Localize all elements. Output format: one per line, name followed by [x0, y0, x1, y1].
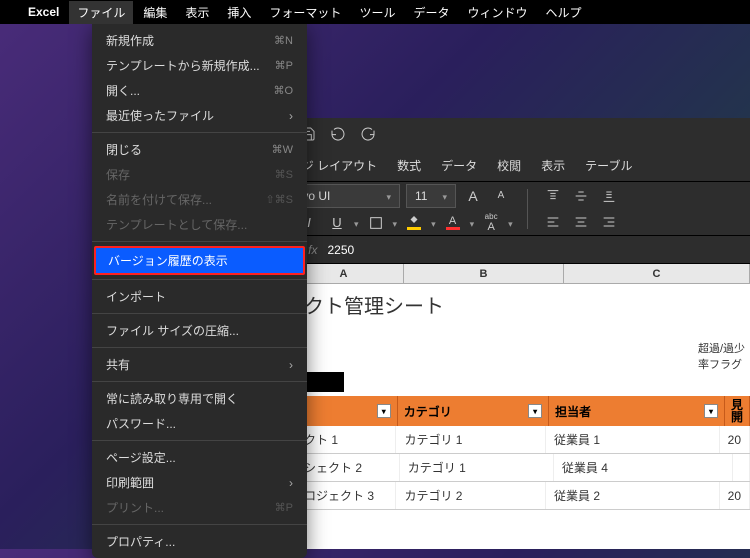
increase-font-icon[interactable] [462, 185, 484, 207]
underline-dropdown[interactable] [354, 214, 359, 232]
sheet-title: ェクト管理シート [284, 290, 444, 319]
menu-item[interactable]: 常に読み取り専用で開く [92, 386, 307, 411]
formula-bar: ✕ ✓ fx 2250 [258, 236, 750, 264]
cell[interactable]: 20 [720, 482, 750, 509]
font-color-dropdown[interactable] [470, 214, 475, 232]
tab-formulas[interactable]: 数式 [397, 151, 421, 180]
spreadsheet: A B C ェクト管理シート 超過/過少率フラグ 25% ▾ カテゴリ▾ 担当者… [258, 264, 750, 549]
phonetic-button[interactable]: abcA [480, 212, 502, 234]
menu-edit[interactable]: 編集 [143, 4, 167, 21]
tab-table[interactable]: テーブル [585, 151, 632, 180]
macos-menubar: Excel ファイル 編集 表示 挿入 フォーマット ツール データ ウィンドウ… [0, 0, 750, 24]
menu-item[interactable]: インポート [92, 284, 307, 309]
menu-item[interactable]: 閉じる⌘W [92, 137, 307, 162]
menu-item[interactable]: テンプレートから新規作成...⌘P [92, 53, 307, 78]
menu-help[interactable]: ヘルプ [545, 4, 581, 21]
menu-item[interactable]: パスワード... [92, 411, 307, 436]
cell[interactable]: カテゴリ 1 [396, 426, 546, 453]
cell[interactable]: カテゴリ 2 [396, 482, 546, 509]
excel-window: ページ レイアウト 数式 データ 校閲 表示 テーブル Meiryo UI 11… [258, 118, 750, 549]
decrease-font-icon[interactable] [490, 185, 512, 207]
filter-icon[interactable]: ▾ [528, 404, 542, 418]
th-assignee[interactable]: 担当者▾ [549, 396, 725, 426]
menu-tools[interactable]: ツール [359, 4, 395, 21]
menu-item[interactable]: 印刷範囲› [92, 470, 307, 495]
table-row[interactable]: プロジェクト 3カテゴリ 2従業員 220 [284, 482, 750, 510]
fx-label[interactable]: fx [308, 243, 317, 257]
th-category[interactable]: カテゴリ▾ [398, 396, 549, 426]
cell[interactable]: 20 [720, 426, 750, 453]
tab-review[interactable]: 校閲 [497, 151, 521, 180]
border-button[interactable] [365, 212, 387, 234]
menu-item: 保存⌘S [92, 162, 307, 187]
column-headers: A B C [258, 264, 750, 284]
cell[interactable] [733, 454, 750, 481]
underline-button[interactable]: U [326, 212, 348, 234]
menu-item[interactable]: バージョン履歴の表示 [94, 246, 305, 275]
menu-item[interactable]: プロパティ... [92, 529, 307, 554]
file-menu-dropdown: 新規作成⌘Nテンプレートから新規作成...⌘P開く...⌘O最近使ったファイル›… [92, 24, 307, 558]
align-bottom-icon[interactable] [598, 185, 620, 207]
filter-icon[interactable]: ▾ [377, 404, 391, 418]
sheet-body[interactable]: ェクト管理シート 超過/過少率フラグ 25% ▾ カテゴリ▾ 担当者▾ 見 開 … [258, 284, 750, 549]
col-header-c[interactable]: C [564, 264, 750, 283]
align-right-icon[interactable] [598, 211, 620, 233]
table-row[interactable]: ェクト 1カテゴリ 1従業員 120 [284, 426, 750, 454]
undo-icon[interactable] [330, 126, 346, 142]
font-size-selector[interactable]: 11 [406, 184, 456, 208]
menu-item[interactable]: ファイル サイズの圧縮... [92, 318, 307, 343]
redo-icon[interactable] [360, 126, 376, 142]
menu-item[interactable]: 最近使ったファイル› [92, 103, 307, 128]
fill-color-button[interactable] [403, 212, 425, 234]
menu-item[interactable]: ページ設定... [92, 445, 307, 470]
align-middle-icon[interactable] [570, 185, 592, 207]
menu-data[interactable]: データ [413, 4, 449, 21]
fill-color-dropdown[interactable] [431, 214, 436, 232]
font-color-button[interactable]: A [442, 212, 464, 234]
filter-icon[interactable]: ▾ [704, 404, 718, 418]
menu-item[interactable]: 新規作成⌘N [92, 28, 307, 53]
align-center-icon[interactable] [570, 211, 592, 233]
col-header-b[interactable]: B [404, 264, 564, 283]
menu-window[interactable]: ウィンドウ [467, 4, 527, 21]
menu-file[interactable]: ファイル [69, 1, 133, 24]
align-top-icon[interactable] [542, 185, 564, 207]
ribbon: Meiryo UI 11 B I U A abcA [258, 182, 750, 236]
menu-item: テンプレートとして保存... [92, 212, 307, 237]
ribbon-tabs: ページ レイアウト 数式 データ 校閲 表示 テーブル [258, 150, 750, 182]
formula-value[interactable]: 2250 [327, 243, 354, 257]
menu-item[interactable]: 開く...⌘O [92, 78, 307, 103]
align-left-icon[interactable] [542, 211, 564, 233]
cell[interactable]: 従業員 1 [546, 426, 720, 453]
menu-item: 名前を付けて保存...⇧⌘S [92, 187, 307, 212]
border-dropdown[interactable] [393, 214, 398, 232]
app-name[interactable]: Excel [28, 5, 59, 19]
menu-insert[interactable]: 挿入 [227, 4, 251, 21]
table-header-row: ▾ カテゴリ▾ 担当者▾ 見 開 [284, 396, 750, 426]
th-estimate[interactable]: 見 開 [725, 396, 750, 426]
menu-item[interactable]: 共有› [92, 352, 307, 377]
phonetic-dropdown[interactable] [508, 214, 513, 232]
tab-view[interactable]: 表示 [541, 151, 565, 180]
menu-view[interactable]: 表示 [185, 4, 209, 21]
quick-access-toolbar [258, 118, 750, 150]
menu-item: プリント...⌘P [92, 495, 307, 520]
table-row[interactable]: ロシェクト 2カテゴリ 1従業員 4 [284, 454, 750, 482]
cell[interactable]: 従業員 4 [554, 454, 733, 481]
cell[interactable]: 従業員 2 [546, 482, 720, 509]
tab-data[interactable]: データ [441, 151, 477, 180]
cell[interactable]: カテゴリ 1 [400, 454, 554, 481]
flag-label: 超過/過少率フラグ [698, 340, 750, 372]
menu-format[interactable]: フォーマット [269, 4, 341, 21]
